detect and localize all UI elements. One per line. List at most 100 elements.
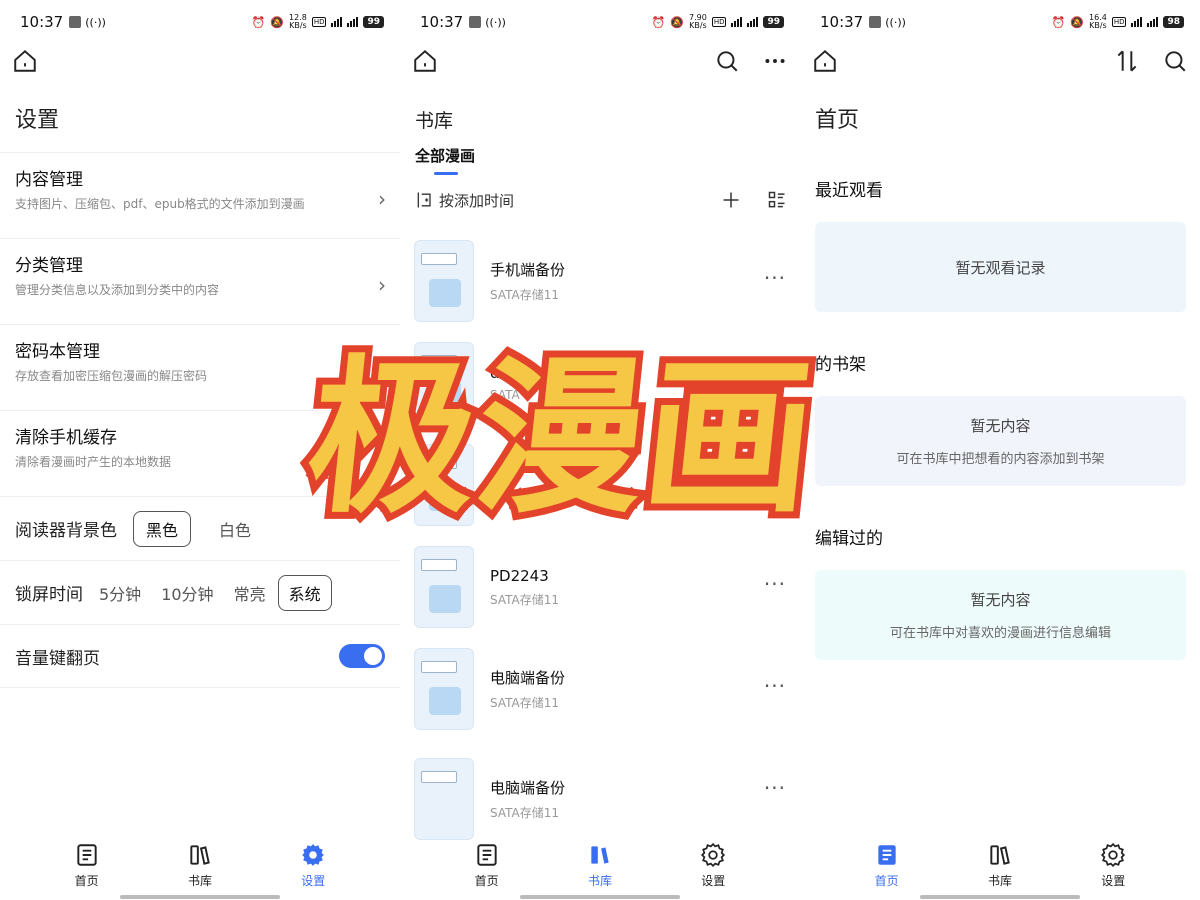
lock-time-label: 锁屏时间 [15, 585, 83, 605]
chevron-right-icon: › [378, 187, 386, 211]
section-title-shelf: 的书架 [815, 355, 866, 375]
books-icon [190, 845, 210, 865]
settings-item-title: 清除手机缓存 [15, 428, 117, 448]
book-cover [414, 240, 474, 322]
list-item[interactable]: de SATA [400, 332, 800, 434]
chevron-right-icon: › [378, 273, 386, 297]
list-view-icon[interactable] [767, 190, 787, 210]
book-source: SATA存储11 [490, 592, 559, 607]
settings-item-category[interactable]: 分类管理 管理分类信息以及添加到分类中的内容 › [0, 238, 400, 324]
empty-hint: 可在书库中把想看的内容添加到书架 [896, 452, 1105, 467]
signal-5g-icon [747, 17, 759, 27]
book-list: 手机端备份 SATA存储11 ··· de SATA PD2243 SATA存储11 … [400, 230, 800, 858]
book-cover [414, 546, 474, 628]
list-item[interactable]: 电脑端备份 SATA存储11 ··· [400, 638, 800, 740]
hotspot-icon: ((·)) [885, 15, 906, 29]
section-title-recent: 最近观看 [815, 181, 883, 201]
book-name: 手机端备份 [490, 261, 566, 279]
nav-library[interactable]: 书库 [570, 842, 630, 900]
more-icon[interactable]: ··· [764, 572, 786, 596]
book-name: PD2243 [490, 566, 549, 585]
notification-icon [69, 16, 82, 28]
search-icon[interactable] [714, 48, 740, 74]
tab-all-comics[interactable]: 全部漫画 [415, 145, 475, 166]
tab-indicator [434, 172, 458, 175]
settings-item-password[interactable]: 密码本管理 存放查看加密压缩包漫画的解压密码 [0, 324, 400, 410]
lock-time-option-always[interactable]: 常亮 [226, 576, 274, 610]
sort-bar: 按添加时间 [415, 188, 787, 212]
gear-icon [1101, 842, 1126, 868]
battery-icon: 99 [363, 16, 384, 28]
bottom-nav: 首页 书库 设置 [400, 842, 800, 900]
lock-time-option-10min[interactable]: 10分钟 [153, 576, 221, 610]
status-time: 10:37 [420, 13, 464, 31]
nav-library[interactable]: 书库 [170, 842, 230, 900]
settings-item-title: 内容管理 [15, 170, 83, 190]
home-indicator [120, 895, 280, 899]
search-icon[interactable] [1162, 48, 1188, 74]
sort-icon[interactable] [415, 190, 435, 210]
volume-key-toggle[interactable] [339, 644, 385, 668]
empty-text: 暂无内容 [970, 417, 1031, 435]
lock-time-option-system[interactable]: 系统 [277, 574, 332, 611]
status-bar: 10:37 ((·)) ⏰ 🔕 12.8 KB/s HD 99 [0, 0, 400, 44]
settings-screen: 10:37 ((·)) ⏰ 🔕 12.8 KB/s HD 99 设置 内容管理 支… [0, 0, 400, 900]
settings-item-subtitle: 清除看漫画时产生的本地数据 [15, 455, 172, 469]
page-title: 书库 [415, 110, 454, 132]
book-source: SATA存储11 [490, 696, 559, 710]
nav-settings[interactable]: 设置 [1083, 842, 1143, 900]
more-icon[interactable]: ··· [764, 266, 786, 290]
books-icon [591, 846, 609, 864]
signal-5g-icon [1147, 17, 1159, 27]
battery-icon: 99 [763, 16, 784, 28]
notification-icon [869, 16, 882, 28]
reader-bg-option-black[interactable]: 黑色 [133, 510, 192, 547]
more-icon[interactable]: ··· [764, 674, 786, 698]
home-page-icon [477, 844, 497, 866]
battery-icon: 98 [1163, 16, 1184, 28]
library-screen: 10:37 ((·)) ⏰ 🔕 7.90KB/s HD 99 书库 全部漫画 [400, 0, 800, 900]
list-item[interactable]: PD2243 SATA存储11 ··· [400, 536, 800, 638]
reader-bg-option-white[interactable]: 白色 [207, 512, 263, 546]
home-icon[interactable] [12, 48, 38, 74]
nav-label: 设置 [1101, 874, 1126, 888]
screens: 10:37 ((·)) ⏰ 🔕 12.8 KB/s HD 99 设置 内容管理 支… [0, 0, 1200, 900]
nav-home[interactable]: 首页 [457, 842, 517, 900]
signal-5g-icon [347, 17, 359, 27]
nav-settings[interactable]: 设置 [283, 842, 343, 900]
list-item[interactable]: 电脑端备份 SATA存储11 ··· [400, 740, 800, 858]
settings-item-subtitle: 存放查看加密压缩包漫画的解压密码 [15, 369, 208, 383]
nav-label: 首页 [474, 874, 499, 888]
nav-library[interactable]: 书库 [970, 842, 1030, 900]
bottom-nav: 首页 书库 设置 [800, 842, 1200, 900]
nav-home[interactable]: 首页 [57, 842, 117, 900]
empty-text: 暂无观看记录 [955, 258, 1046, 277]
add-icon[interactable] [721, 190, 741, 210]
sort-label[interactable]: 按添加时间 [439, 190, 514, 211]
notification-icon [469, 16, 482, 28]
more-icon[interactable]: ··· [764, 776, 786, 800]
sort-icon[interactable] [1114, 48, 1140, 74]
list-item[interactable] [400, 434, 800, 536]
home-icon[interactable] [812, 48, 838, 74]
status-time: 10:37 [820, 13, 864, 31]
top-bar [0, 44, 400, 80]
volume-key-row: 音量键翻页 [0, 624, 400, 688]
lock-time-row: 锁屏时间 5分钟 10分钟 常亮 系统 [0, 560, 400, 624]
list-item[interactable]: 手机端备份 SATA存储11 ··· [400, 230, 800, 332]
mute-icon: 🔕 [270, 15, 284, 29]
settings-item-content[interactable]: 内容管理 支持图片、压缩包、pdf、epub格式的文件添加到漫画 › [0, 152, 400, 238]
lock-time-option-5min[interactable]: 5分钟 [91, 576, 149, 610]
status-bar: 10:37 ((·)) ⏰ 🔕 16.4 KB/s HD 98 [800, 0, 1200, 44]
home-icon[interactable] [412, 48, 438, 74]
volume-key-label: 音量键翻页 [15, 648, 100, 669]
home-page-icon [877, 845, 896, 865]
top-bar [800, 44, 1200, 80]
signal-icon [731, 17, 743, 27]
book-name: 电脑端备份 [490, 669, 566, 687]
nav-settings[interactable]: 设置 [683, 842, 743, 900]
hd-icon: HD [311, 17, 327, 27]
more-icon[interactable] [762, 48, 788, 74]
nav-home[interactable]: 首页 [857, 842, 917, 900]
settings-item-cache[interactable]: 清除手机缓存 清除看漫画时产生的本地数据 [0, 410, 400, 496]
